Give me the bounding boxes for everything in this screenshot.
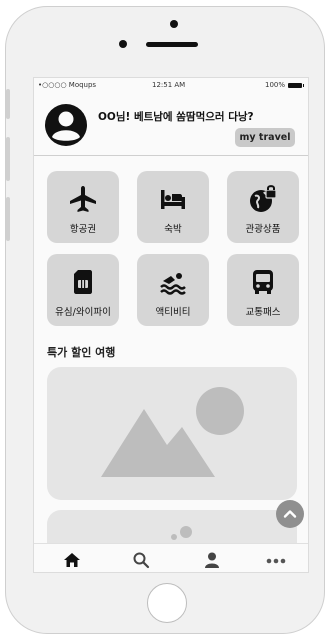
user-icon xyxy=(205,552,219,568)
device-home-button[interactable] xyxy=(147,583,187,623)
tab-search[interactable] xyxy=(130,549,152,571)
image-placeholder-icon xyxy=(101,387,244,477)
side-button xyxy=(6,137,10,181)
status-time: 12:51 AM xyxy=(152,81,186,89)
camera-dot xyxy=(119,40,127,48)
battery-icon xyxy=(288,82,304,88)
airplane-icon xyxy=(70,186,96,212)
status-bar: •○○○○ Moqups 12:51 AM 100% xyxy=(34,78,308,92)
battery-percent: 100% xyxy=(264,81,285,89)
sensor-dot xyxy=(170,20,178,28)
battery-status: 100% xyxy=(264,81,304,89)
more-icon xyxy=(266,558,286,564)
section-title: 특가 할인 여행 xyxy=(47,346,116,359)
sim-card-icon xyxy=(74,270,92,294)
greeting-text: OO님! 베트남에 쏨땀먹으러 다낭? xyxy=(98,111,254,123)
tab-home[interactable] xyxy=(61,549,83,571)
globe-lock-icon xyxy=(250,185,277,212)
category-sim-wifi[interactable]: 유심/와이파이 xyxy=(47,254,119,326)
scroll-top-button[interactable] xyxy=(276,500,304,528)
side-button xyxy=(6,89,10,119)
bed-icon xyxy=(161,190,185,209)
search-icon xyxy=(133,552,150,569)
home-icon xyxy=(64,553,80,567)
category-lodging[interactable]: 숙박 xyxy=(137,171,209,243)
chevron-up-icon xyxy=(283,510,297,518)
swimming-icon xyxy=(160,273,186,295)
category-activities[interactable]: 액티비티 xyxy=(137,254,209,326)
tab-more[interactable] xyxy=(265,549,287,571)
tab-profile[interactable] xyxy=(201,549,223,571)
category-label: 숙박 xyxy=(164,224,182,235)
avatar-icon[interactable] xyxy=(44,103,88,147)
profile-header: OO님! 베트남에 쏨땀먹으러 다낭? my travel xyxy=(34,93,308,156)
category-label: 액티비티 xyxy=(155,307,191,318)
app-screen: •○○○○ Moqups 12:51 AM 100% OO님! 베트남에 쏨땀먹… xyxy=(33,77,309,573)
bottom-tab-bar xyxy=(34,543,308,572)
carrier-label: •○○○○ Moqups xyxy=(38,81,97,89)
my-travel-button[interactable]: my travel xyxy=(235,128,295,147)
category-tours[interactable]: 관광상품 xyxy=(227,171,299,243)
category-label: 유심/와이파이 xyxy=(55,307,111,318)
bus-icon xyxy=(253,270,273,294)
category-label: 항공권 xyxy=(69,224,97,235)
speaker-grille xyxy=(146,42,198,47)
side-button xyxy=(6,197,10,241)
category-label: 교통패스 xyxy=(245,307,281,318)
deal-card[interactable] xyxy=(47,367,297,500)
category-flights[interactable]: 항공권 xyxy=(47,171,119,243)
category-label: 관광상품 xyxy=(245,224,281,235)
category-transit-pass[interactable]: 교통패스 xyxy=(227,254,299,326)
